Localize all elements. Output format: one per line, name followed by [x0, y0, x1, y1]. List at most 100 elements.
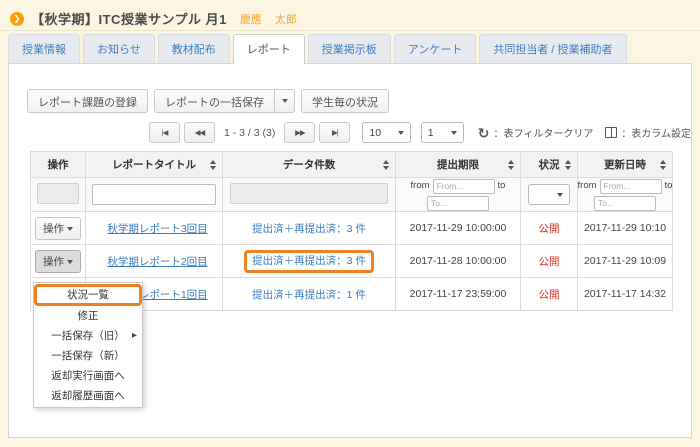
- chevron-down-icon: [451, 131, 457, 135]
- tab-board[interactable]: 授業掲示板: [308, 34, 391, 63]
- data-count-link[interactable]: 提出済＋再提出済：3 件: [252, 255, 366, 267]
- menu-item-status-list[interactable]: 状況一覧: [34, 284, 142, 306]
- operation-menu-button-active[interactable]: 操作: [35, 250, 81, 273]
- updated-cell: 2017-11-29 10:09: [578, 245, 673, 278]
- refresh-icon[interactable]: ↻: [478, 126, 490, 140]
- register-report-button[interactable]: レポート課題の登録: [27, 89, 148, 113]
- from-label: from: [578, 181, 597, 191]
- bullet-arrow-icon: ❯: [10, 12, 24, 26]
- page-header: ❯ 【秋学期】ITC授業サンプル 月1 慶應 太郎: [0, 0, 700, 31]
- report-toolbar: レポート課題の登録 レポートの一括保存 学生毎の状況: [27, 89, 691, 113]
- from-label: from: [411, 181, 430, 191]
- menu-item-return-history[interactable]: 返却履歴画面へ: [34, 386, 142, 406]
- chevron-down-icon: [282, 99, 288, 103]
- tab-news[interactable]: お知らせ: [83, 34, 155, 63]
- updated-cell: 2017-11-29 10:10: [578, 212, 673, 245]
- chevron-down-icon: [398, 131, 404, 135]
- operation-context-menu: 状況一覧 修正 一括保存（旧） ▶ 一括保存（新） 返却実行画面へ 返却履歴画面へ: [33, 282, 143, 408]
- menu-item-label: 一括保存（旧）: [51, 330, 125, 342]
- column-config-icon[interactable]: [605, 127, 617, 138]
- filter-operation-disabled: [37, 183, 79, 204]
- deadline-to-input[interactable]: [427, 196, 489, 211]
- header-label: 更新日時: [604, 159, 646, 171]
- pager-first-button[interactable]: |◀: [149, 122, 180, 143]
- report-title-link[interactable]: 秋学期レポート2回目: [107, 256, 207, 268]
- page-number-value: 1: [428, 127, 434, 139]
- header-status[interactable]: 状況: [521, 152, 578, 178]
- bulk-save-caret-button[interactable]: [275, 89, 295, 113]
- deadline-cell: 2017-11-29 10:00:00: [396, 212, 521, 245]
- user-givenname-link[interactable]: 太郎: [275, 11, 297, 27]
- tab-report[interactable]: レポート: [233, 34, 305, 64]
- filter-title-input[interactable]: [92, 184, 216, 205]
- status-filter-select[interactable]: [528, 184, 570, 205]
- pager-range-label: 1 - 3 / 3 (3): [224, 127, 275, 139]
- tab-class-info[interactable]: 授業情報: [8, 34, 80, 63]
- tab-survey[interactable]: アンケート: [394, 34, 477, 63]
- column-config-label: ：表カラム設定: [621, 125, 691, 140]
- menu-item-bulk-save-new[interactable]: 一括保存（新）: [34, 346, 142, 366]
- deadline-from-input[interactable]: [433, 179, 495, 194]
- report-title-link[interactable]: 秋学期レポート3回目: [107, 223, 207, 235]
- chevron-down-icon: [67, 227, 73, 231]
- highlight-annotation: 提出済＋再提出済：3 件: [244, 250, 374, 273]
- chevron-down-icon: [67, 260, 73, 264]
- updated-filter: from to: [578, 179, 672, 211]
- to-label: to: [665, 181, 673, 191]
- deadline-filter: from to: [396, 179, 520, 211]
- operation-label: 操作: [43, 223, 64, 235]
- sort-icon[interactable]: [508, 160, 514, 170]
- tab-bar: 授業情報 お知らせ 教材配布 レポート 授業掲示板 アンケート 共同担当者 / …: [0, 31, 700, 63]
- page-size-select[interactable]: 10: [362, 122, 410, 143]
- student-status-button[interactable]: 学生毎の状況: [301, 89, 389, 113]
- table-row: 操作 秋学期レポート3回目 提出済＋再提出済：3 件 2017-11-29 10…: [31, 212, 673, 245]
- menu-item-return-exec[interactable]: 返却実行画面へ: [34, 366, 142, 386]
- page-title: 【秋学期】ITC授業サンプル 月1: [31, 9, 227, 28]
- menu-item-bulk-save-old[interactable]: 一括保存（旧） ▶: [34, 326, 142, 346]
- data-count-link[interactable]: 提出済＋再提出済：3 件: [252, 223, 366, 235]
- header-label: レポートタイトル: [112, 159, 196, 171]
- header-label: 状況: [539, 159, 560, 171]
- deadline-cell: 2017-11-17 23:59:00: [396, 278, 521, 311]
- menu-item-fix[interactable]: 修正: [34, 306, 142, 326]
- updated-from-input[interactable]: [600, 179, 662, 194]
- updated-cell: 2017-11-17 14:32: [578, 278, 673, 311]
- updated-to-input[interactable]: [594, 196, 656, 211]
- operation-menu-button[interactable]: 操作: [35, 217, 81, 240]
- table-filter-row: from to from to: [31, 178, 673, 212]
- deadline-cell: 2017-11-28 10:00:00: [396, 245, 521, 278]
- page-number-select[interactable]: 1: [421, 122, 464, 143]
- header-data-count[interactable]: データ件数: [223, 152, 396, 178]
- header-operation: 操作: [31, 152, 86, 178]
- tab-materials[interactable]: 教材配布: [158, 34, 230, 63]
- header-label: 提出期限: [437, 159, 479, 171]
- report-panel: レポート課題の登録 レポートの一括保存 学生毎の状況 |◀ ◀◀ 1 - 3 /…: [8, 63, 692, 438]
- header-report-title[interactable]: レポートタイトル: [86, 152, 223, 178]
- page-size-value: 10: [369, 127, 381, 139]
- filter-clear-label: ：表フィルタークリア: [494, 125, 594, 140]
- status-badge: 公開: [539, 256, 560, 268]
- header-updated[interactable]: 更新日時: [578, 152, 673, 178]
- sort-icon[interactable]: [383, 160, 389, 170]
- to-label: to: [498, 181, 506, 191]
- bulk-save-button[interactable]: レポートの一括保存: [154, 89, 275, 113]
- table-row: 操作 秋学期レポート2回目 提出済＋再提出済：3 件 2017-11-28 10…: [31, 245, 673, 278]
- user-surname-link[interactable]: 慶應: [240, 11, 262, 27]
- pager-last-button[interactable]: ▶|: [319, 122, 350, 143]
- tab-co-instructors[interactable]: 共同担当者 / 授業補助者: [479, 34, 626, 63]
- header-label: データ件数: [283, 159, 336, 171]
- operation-label: 操作: [43, 256, 64, 268]
- data-count-link[interactable]: 提出済＋再提出済：1 件: [252, 289, 366, 301]
- pager-next-button[interactable]: ▶▶: [284, 122, 315, 143]
- sort-icon[interactable]: [565, 160, 571, 170]
- status-badge: 公開: [539, 289, 560, 301]
- header-deadline[interactable]: 提出期限: [396, 152, 521, 178]
- chevron-down-icon: [557, 193, 563, 197]
- pager-prev-button[interactable]: ◀◀: [184, 122, 215, 143]
- sort-icon[interactable]: [660, 160, 666, 170]
- sort-icon[interactable]: [210, 160, 216, 170]
- pagination-bar: |◀ ◀◀ 1 - 3 / 3 (3) ▶▶ ▶| 10 1 ↻ ：表フィルター…: [149, 122, 691, 143]
- filter-data-count-disabled: [230, 183, 388, 204]
- submenu-arrow-icon: ▶: [132, 329, 137, 343]
- status-badge: 公開: [539, 223, 560, 235]
